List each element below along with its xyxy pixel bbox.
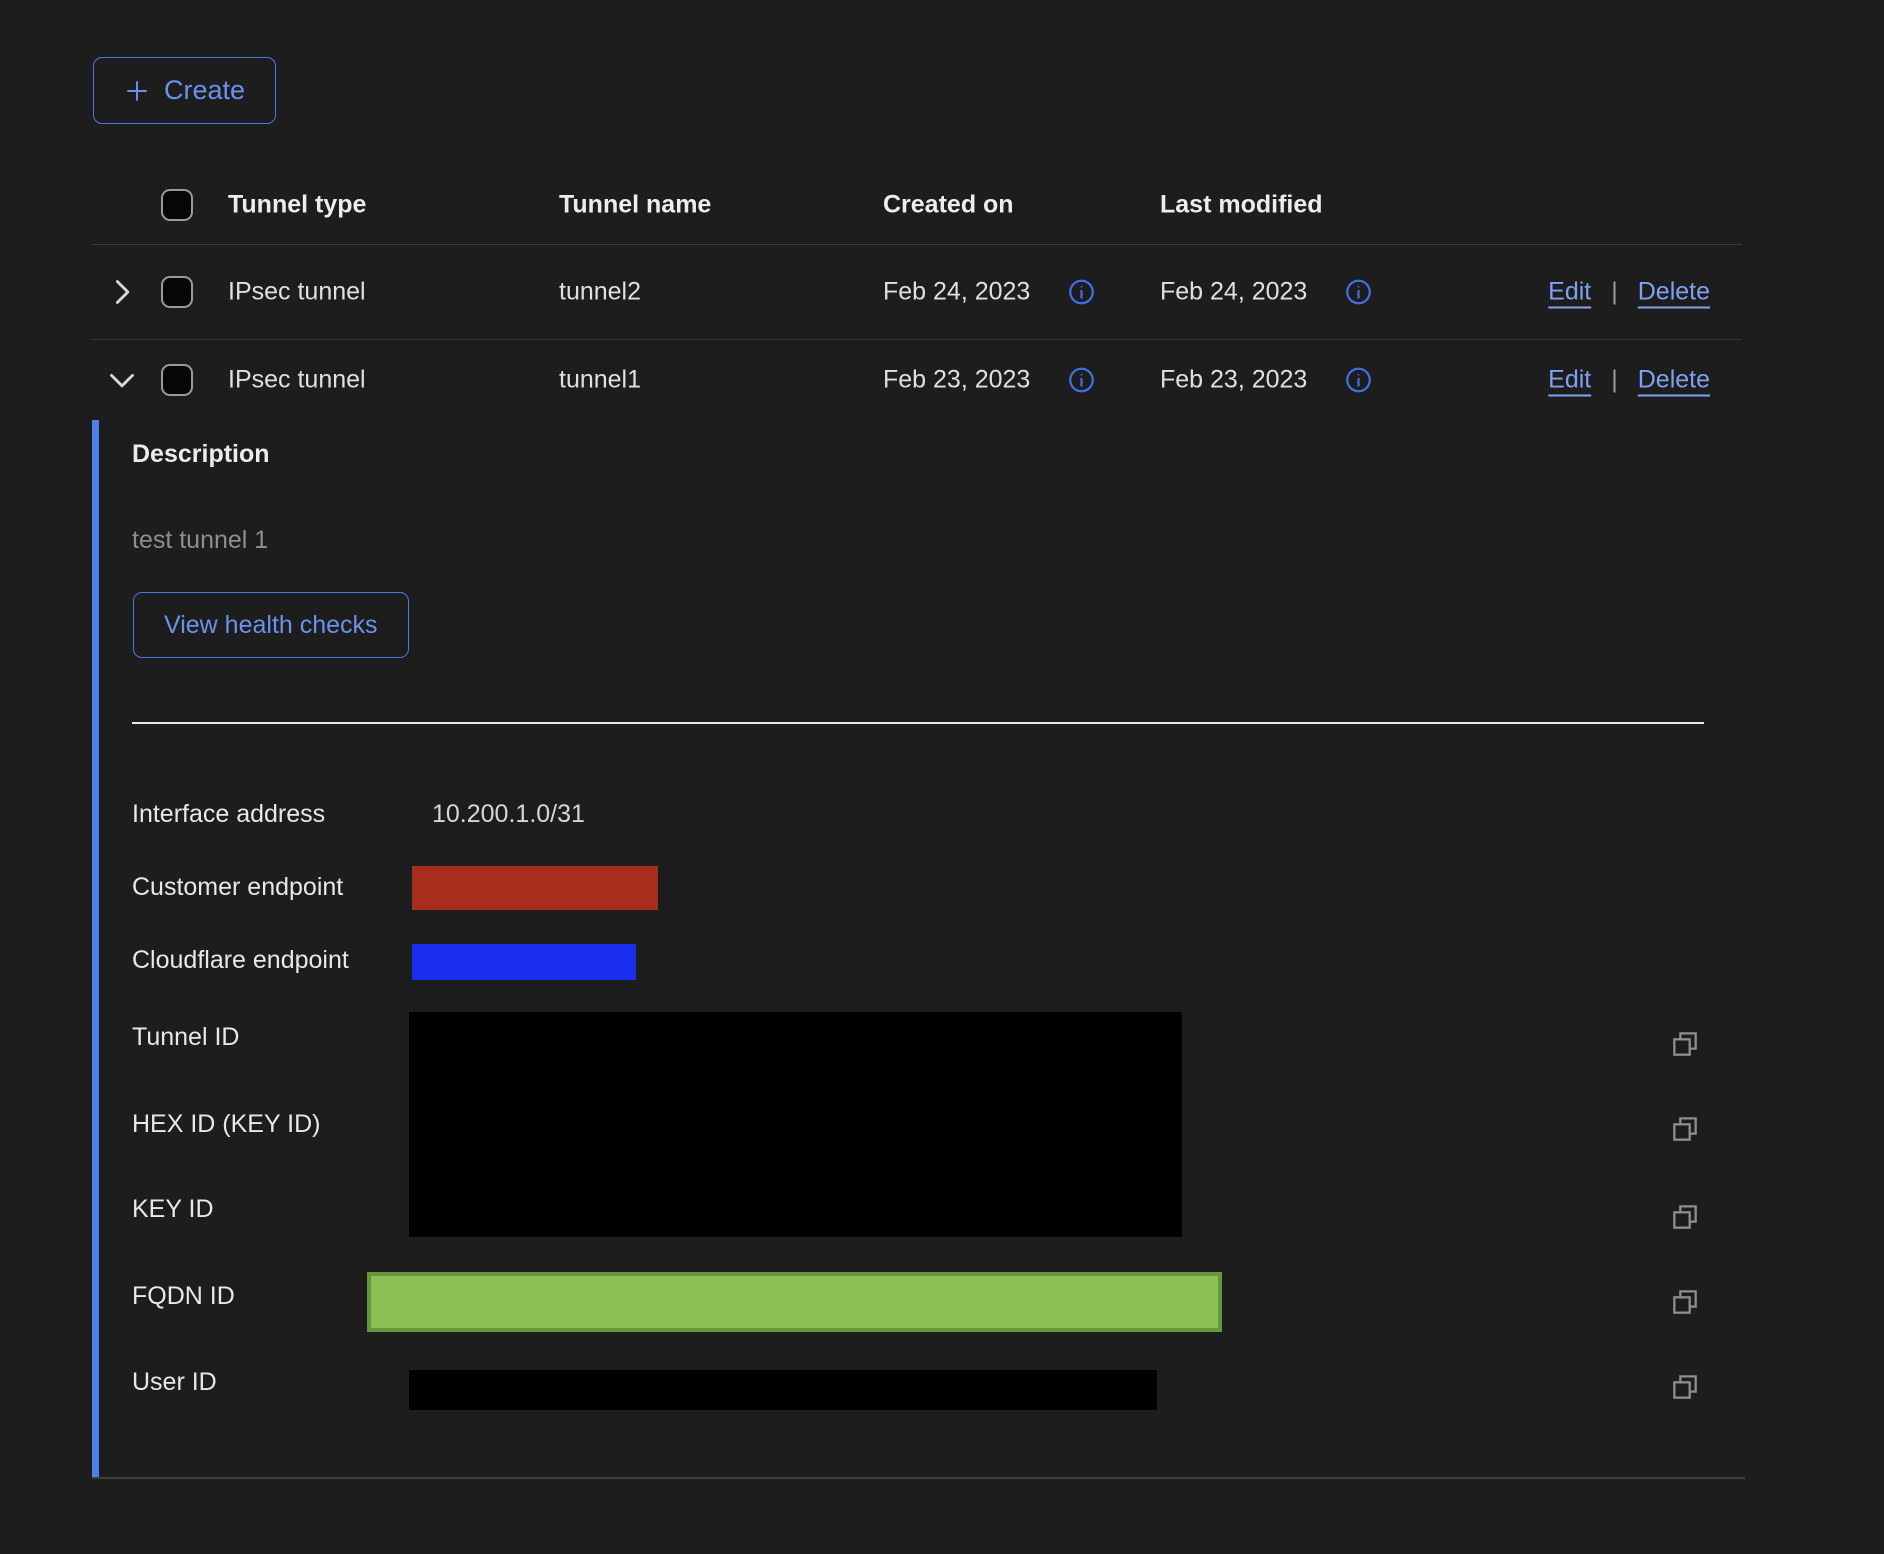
last-modified-date: Feb 24, 2023 bbox=[1160, 278, 1307, 307]
edit-link[interactable]: Edit bbox=[1548, 278, 1591, 307]
row-checkbox[interactable] bbox=[161, 364, 193, 396]
user-id-redacted-value bbox=[409, 1370, 1157, 1410]
fqdn-id-redacted-value bbox=[367, 1272, 1222, 1332]
cloudflare-endpoint-label: Cloudflare endpoint bbox=[132, 946, 349, 975]
last-modified-cell: Feb 24, 2023 bbox=[1160, 278, 1372, 307]
panel-divider bbox=[132, 722, 1704, 724]
key-id-label: KEY ID bbox=[132, 1195, 214, 1224]
action-separator: | bbox=[1611, 278, 1618, 307]
cloudflare-endpoint-redacted-value bbox=[412, 944, 636, 980]
column-header-last-modified: Last modified bbox=[1160, 190, 1323, 219]
copy-icon bbox=[1669, 1113, 1701, 1145]
copy-icon bbox=[1669, 1286, 1701, 1318]
interface-address-value: 10.200.1.0/31 bbox=[432, 800, 585, 829]
row-actions: Edit | Delete bbox=[1548, 366, 1710, 395]
create-button-label: Create bbox=[164, 75, 245, 106]
info-icon[interactable] bbox=[1068, 279, 1095, 306]
info-icon[interactable] bbox=[1068, 367, 1095, 394]
copy-user-id-button[interactable] bbox=[1668, 1370, 1702, 1404]
row-actions: Edit | Delete bbox=[1548, 278, 1710, 307]
tunnel-name-cell: tunnel2 bbox=[559, 278, 641, 307]
last-modified-date: Feb 23, 2023 bbox=[1160, 366, 1307, 395]
copy-key-id-button[interactable] bbox=[1668, 1200, 1702, 1234]
copy-tunnel-id-button[interactable] bbox=[1668, 1027, 1702, 1061]
delete-link[interactable]: Delete bbox=[1638, 278, 1710, 307]
info-icon[interactable] bbox=[1345, 279, 1372, 306]
hex-id-label: HEX ID (KEY ID) bbox=[132, 1110, 320, 1139]
customer-endpoint-label: Customer endpoint bbox=[132, 873, 343, 902]
copy-hex-id-button[interactable] bbox=[1668, 1112, 1702, 1146]
column-header-created-on: Created on bbox=[883, 190, 1014, 219]
user-id-label: User ID bbox=[132, 1368, 217, 1397]
chevron-down-icon bbox=[105, 366, 139, 394]
expand-row-button[interactable] bbox=[104, 274, 140, 310]
collapse-row-button[interactable] bbox=[104, 362, 140, 398]
row-checkbox[interactable] bbox=[161, 276, 193, 308]
action-separator: | bbox=[1611, 366, 1618, 395]
description-text: test tunnel 1 bbox=[132, 526, 268, 555]
created-on-date: Feb 23, 2023 bbox=[883, 366, 1030, 395]
created-on-cell: Feb 23, 2023 bbox=[883, 366, 1095, 395]
last-modified-cell: Feb 23, 2023 bbox=[1160, 366, 1372, 395]
delete-link[interactable]: Delete bbox=[1638, 366, 1710, 395]
tunnels-page: Create Tunnel type Tunnel name Created o… bbox=[0, 0, 1884, 1554]
interface-address-label: Interface address bbox=[132, 800, 325, 829]
tunnel-name-cell: tunnel1 bbox=[559, 366, 641, 395]
table-row: IPsec tunnel tunnel2 Feb 24, 2023 Feb 24… bbox=[92, 245, 1742, 340]
table-row: IPsec tunnel tunnel1 Feb 23, 2023 Feb 23… bbox=[92, 340, 1742, 420]
view-health-checks-label: View health checks bbox=[164, 611, 378, 640]
create-button[interactable]: Create bbox=[93, 57, 276, 124]
column-header-tunnel-name: Tunnel name bbox=[559, 190, 711, 219]
fqdn-id-label: FQDN ID bbox=[132, 1282, 235, 1311]
table-header: Tunnel type Tunnel name Created on Last … bbox=[92, 165, 1742, 245]
copy-icon bbox=[1669, 1371, 1701, 1403]
info-icon[interactable] bbox=[1345, 367, 1372, 394]
column-header-tunnel-type: Tunnel type bbox=[228, 190, 366, 219]
copy-icon bbox=[1669, 1201, 1701, 1233]
created-on-date: Feb 24, 2023 bbox=[883, 278, 1030, 307]
select-all-checkbox[interactable] bbox=[161, 189, 193, 221]
plus-icon bbox=[124, 78, 150, 104]
created-on-cell: Feb 24, 2023 bbox=[883, 278, 1095, 307]
tunnel-type-cell: IPsec tunnel bbox=[228, 278, 366, 307]
tunnel-type-cell: IPsec tunnel bbox=[228, 366, 366, 395]
tunnel-detail-panel: Description test tunnel 1 View health ch… bbox=[92, 420, 1745, 1478]
section-bottom-divider bbox=[92, 1477, 1745, 1479]
copy-icon bbox=[1669, 1028, 1701, 1060]
edit-link[interactable]: Edit bbox=[1548, 366, 1591, 395]
chevron-right-icon bbox=[108, 275, 136, 309]
copy-fqdn-id-button[interactable] bbox=[1668, 1285, 1702, 1319]
ids-redacted-value bbox=[409, 1012, 1182, 1237]
tunnel-id-label: Tunnel ID bbox=[132, 1023, 239, 1052]
description-title: Description bbox=[132, 440, 270, 469]
view-health-checks-button[interactable]: View health checks bbox=[133, 592, 409, 658]
customer-endpoint-redacted-value bbox=[412, 866, 658, 910]
